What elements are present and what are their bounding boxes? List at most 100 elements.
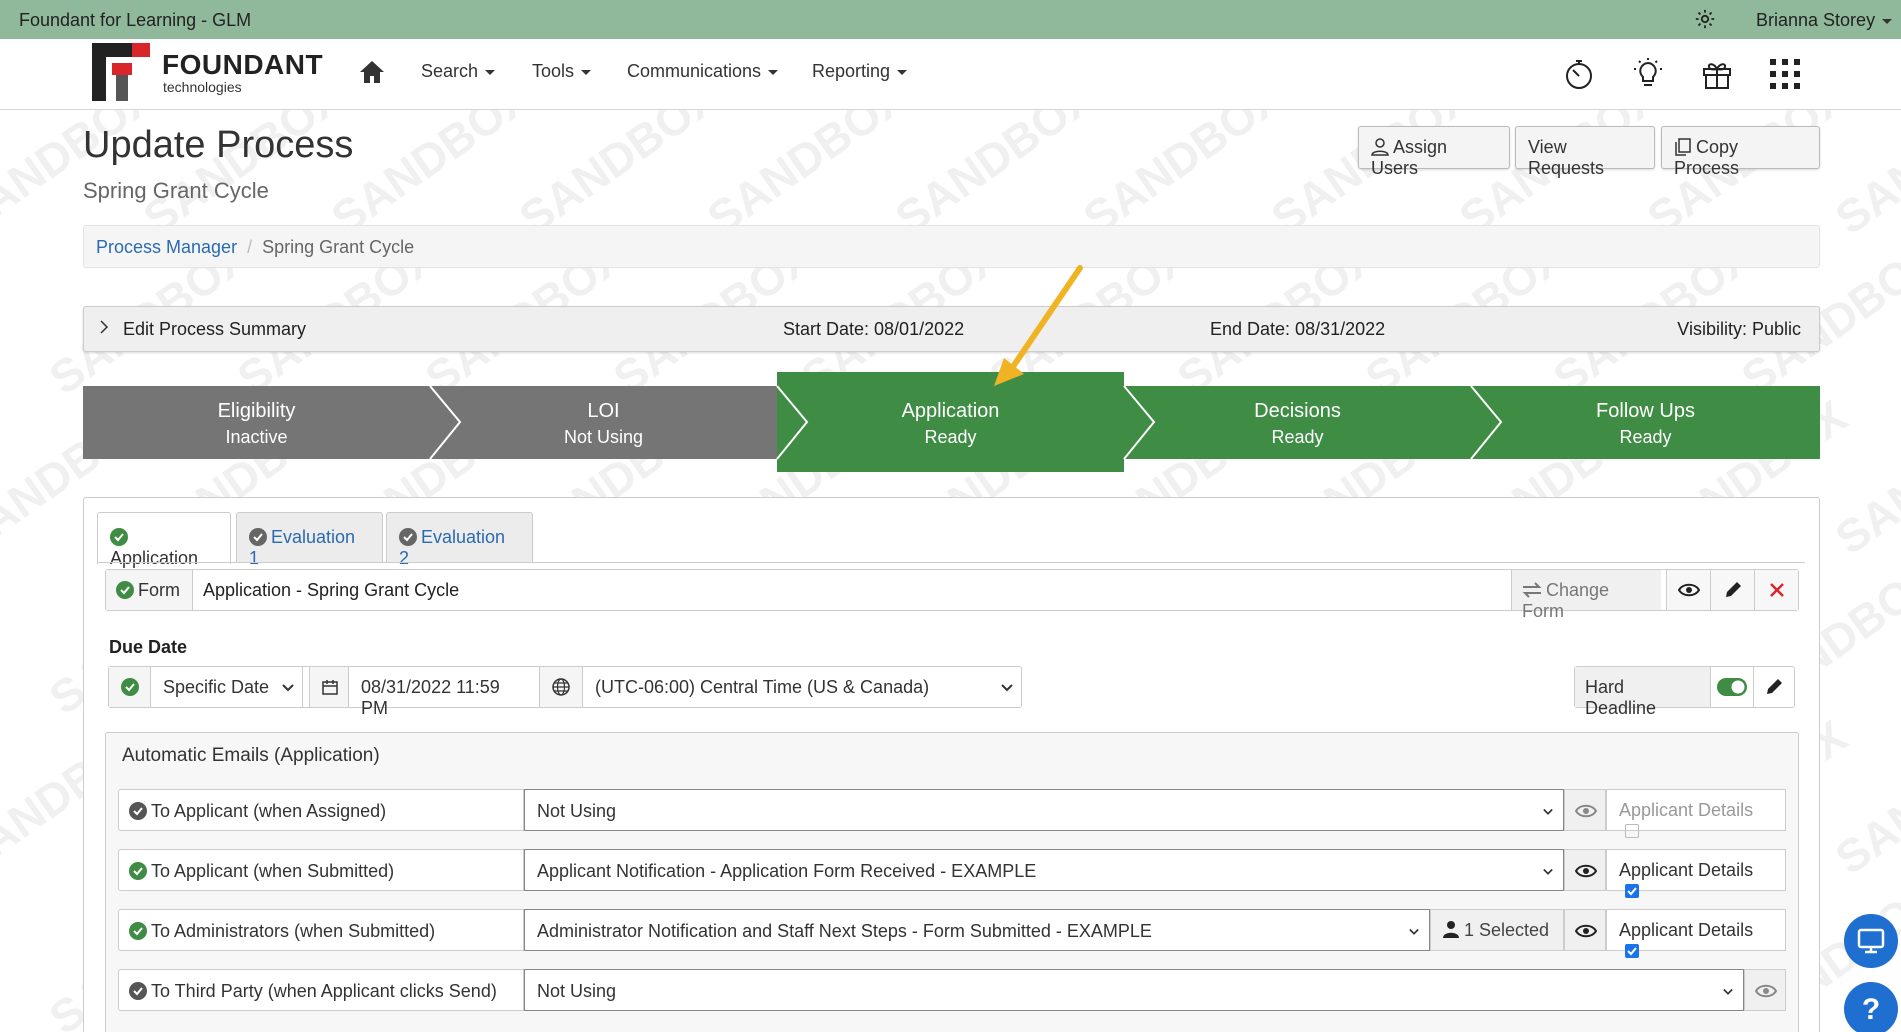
process-steps: Eligibility Inactive LOI Not Using Applica… [83,372,1820,473]
check-circle-icon [121,678,139,696]
chevron-down-icon [768,69,779,75]
svg-text:?: ? [1862,993,1880,1026]
checkbox[interactable] [1625,824,1639,838]
email-name: To Administrators (when Submitted) [118,909,524,951]
change-form-button[interactable]: Change Form [1511,570,1661,621]
checkbox-checked[interactable] [1625,884,1639,898]
gear-icon[interactable] [1694,8,1716,30]
hard-deadline-group: Hard Deadline [1574,666,1795,718]
email-name: To Third Party (when Applicant clicks Se… [118,969,524,1011]
pencil-icon [1767,679,1782,694]
user-menu[interactable]: Brianna Storey [1756,10,1893,31]
recipients-selected-button[interactable]: 1 Selected [1430,909,1564,951]
automatic-emails-title: Automatic Emails (Application) [122,745,380,766]
breadcrumb-separator: / [247,237,253,257]
breadcrumb-current: Spring Grant Cycle [262,237,415,257]
stopwatch-icon[interactable] [1562,57,1596,91]
form-name: Application - Spring Grant Cycle [203,580,460,600]
app-title: Foundant for Learning - GLM [19,10,252,30]
edit-form-button[interactable] [1710,570,1754,610]
nav-reporting[interactable]: Reporting [812,61,908,82]
watermark-text: SANDBOX [1825,389,1901,565]
page-subtitle: Spring Grant Cycle [83,178,269,203]
due-date-input[interactable]: 08/31/2022 11:59 PM [349,667,539,718]
calendar-icon[interactable] [309,667,349,707]
brand-name: FOUNDANT [162,49,324,80]
preview-email-button[interactable] [1564,789,1606,831]
check-circle-icon [129,862,147,880]
email-template-select[interactable]: Not Using [524,969,1744,1011]
due-type-select[interactable]: Specific Date [151,667,303,707]
nav-tools[interactable]: Tools [532,61,592,82]
preview-form-button[interactable] [1666,570,1710,610]
applicant-details-toggle[interactable]: Applicant Details [1606,789,1786,838]
summary-label: Edit Process Summary [123,319,307,339]
step-chevron-dividers [429,385,1503,460]
copy-process-button[interactable]: Copy Process [1661,126,1820,178]
watermark-text: SANDBOX [1825,709,1901,885]
help-button[interactable]: ? [1844,982,1898,1032]
email-template-select[interactable]: Not Using [524,789,1564,831]
preview-email-button[interactable] [1564,849,1606,891]
chat-widget-button[interactable] [1844,914,1898,968]
foundant-logo[interactable]: FOUNDANT technologies [90,41,324,105]
view-requests-button[interactable]: View Requests [1515,126,1655,178]
chevron-down-icon [1723,988,1733,995]
check-circle-icon [110,528,128,546]
email-template-select[interactable]: Applicant Notification - Application For… [524,849,1564,891]
preview-email-button[interactable] [1744,969,1786,1011]
email-name: To Applicant (when Submitted) [118,849,524,891]
brand-sub: technologies [163,79,242,95]
watermark-text: SANDBOX [1825,110,1901,245]
annotation-arrow-icon [994,265,1083,386]
tab-evaluation-1[interactable]: Evaluation 1 [236,512,383,568]
edit-process-summary[interactable]: Edit Process Summary Start Date: 08/01/2… [83,306,1820,352]
nav-search[interactable]: Search [421,61,496,82]
screen-share-icon [1857,928,1885,954]
applicant-details-toggle[interactable]: Applicant Details [1606,909,1786,958]
chevron-down-icon [1543,808,1553,815]
assign-users-button[interactable]: Assign Users [1358,126,1510,178]
end-date: End Date: 08/31/2022 [1210,319,1386,339]
email-template-select[interactable]: Administrator Notification and Staff Nex… [524,909,1430,951]
hard-deadline-label: Hard Deadline [1575,667,1711,718]
check-circle-icon [129,922,147,940]
home-icon[interactable] [358,59,386,85]
due-status [109,667,151,707]
page-title: Update Process [83,124,354,166]
question-icon: ? [1862,993,1880,1026]
chevron-down-icon [581,69,592,75]
edit-deadline-button[interactable] [1753,667,1794,707]
form-label: Form [106,570,193,610]
chevron-down-icon [1001,684,1013,692]
check-circle-icon [399,528,417,546]
breadcrumb-process-manager[interactable]: Process Manager [96,237,237,257]
timezone-select[interactable]: (UTC-06:00) Central Time (US & Canada) [583,667,1021,707]
eye-icon [1678,583,1700,597]
email-row-third-party: To Third Party (when Applicant clicks Se… [118,969,1786,1011]
check-circle-icon [116,581,134,599]
pencil-icon [1726,582,1741,597]
email-name: To Applicant (when Assigned) [118,789,524,831]
nav-communications[interactable]: Communications [627,61,779,82]
apps-grid-icon[interactable] [1768,57,1802,91]
automatic-emails-panel: Automatic Emails (Application) To Applic… [105,732,1799,1032]
chevron-down-icon [1409,928,1419,935]
tab-application[interactable]: Application [97,512,231,568]
applicant-details-toggle[interactable]: Applicant Details [1606,849,1786,898]
chevron-down-icon [485,69,496,75]
checkbox-checked[interactable] [1625,944,1639,958]
preview-email-button[interactable] [1564,909,1606,951]
globe-icon [539,667,583,707]
gift-icon[interactable] [1700,57,1734,91]
tab-evaluation-2[interactable]: Evaluation 2 [386,512,533,568]
chevron-down-icon [897,69,908,75]
lightbulb-icon[interactable] [1631,57,1665,91]
remove-form-button[interactable] [1754,570,1798,610]
check-circle-icon [129,982,147,1000]
logo-mark-icon [92,43,150,101]
user-icon [1371,138,1389,156]
tab-divider [97,562,1805,563]
user-icon [1443,921,1459,938]
hard-deadline-toggle[interactable] [1711,667,1753,707]
